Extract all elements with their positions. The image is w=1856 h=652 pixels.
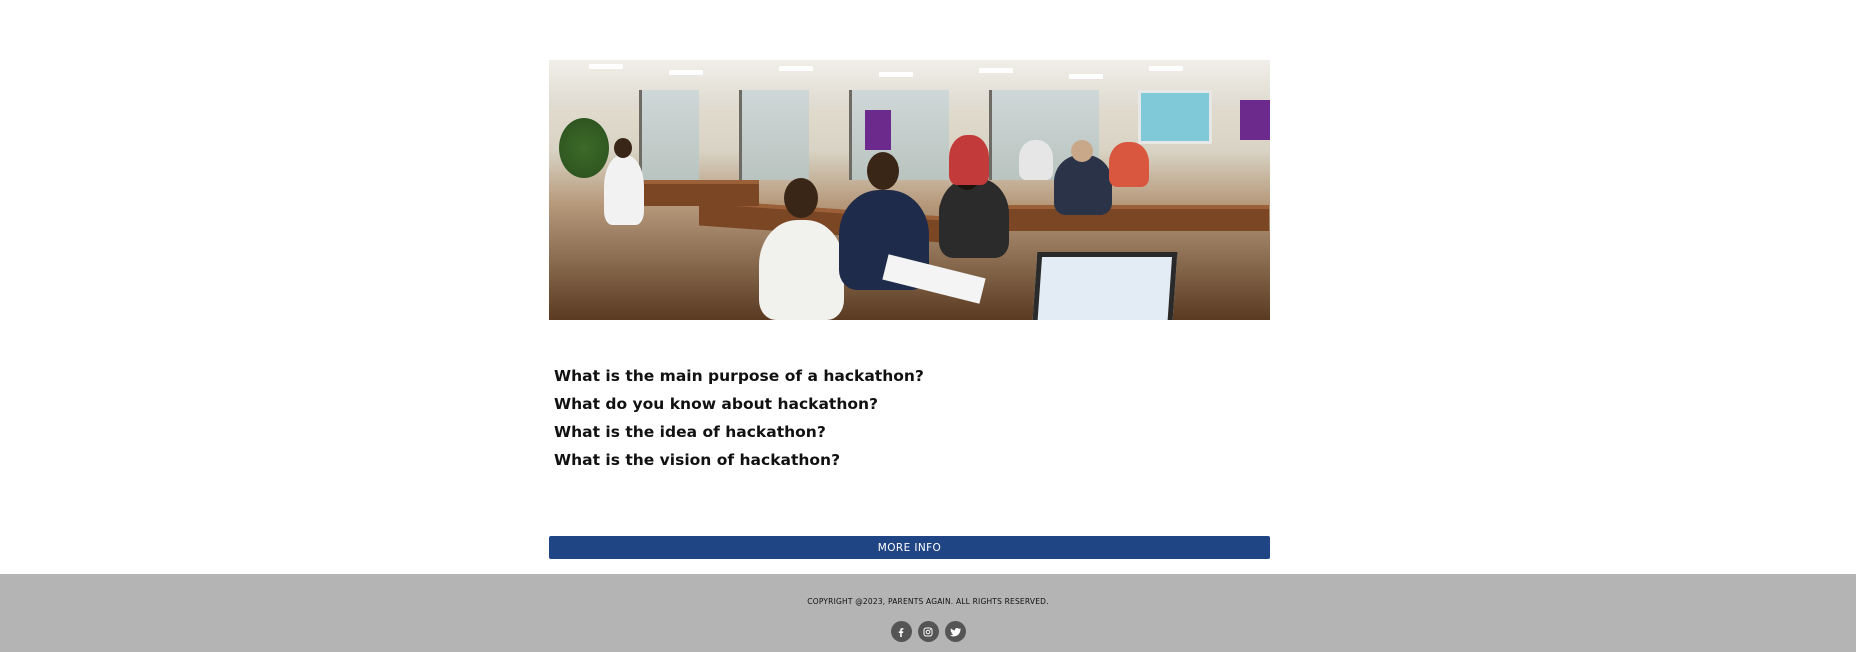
facebook-icon[interactable]	[890, 621, 912, 642]
hackathon-photo	[549, 60, 1270, 320]
twitter-icon[interactable]	[944, 621, 966, 642]
instagram-icon[interactable]	[917, 621, 939, 642]
question-item: What is the main purpose of a hackathon?	[554, 367, 924, 385]
main-content: What is the main purpose of a hackathon?…	[549, 60, 1270, 474]
question-list: What is the main purpose of a hackathon?…	[549, 362, 1270, 474]
question-item: What is the vision of hackathon?	[554, 451, 841, 469]
more-info-button[interactable]: MORE INFO	[549, 536, 1270, 559]
question-item: What is the idea of hackathon?	[554, 423, 826, 441]
question-item: What do you know about hackathon?	[554, 395, 879, 413]
copyright-text: COPYRIGHT @2023, PARENTS AGAIN. ALL RIGH…	[807, 597, 1049, 606]
social-links	[0, 621, 1856, 642]
footer: COPYRIGHT @2023, PARENTS AGAIN. ALL RIGH…	[0, 574, 1856, 652]
